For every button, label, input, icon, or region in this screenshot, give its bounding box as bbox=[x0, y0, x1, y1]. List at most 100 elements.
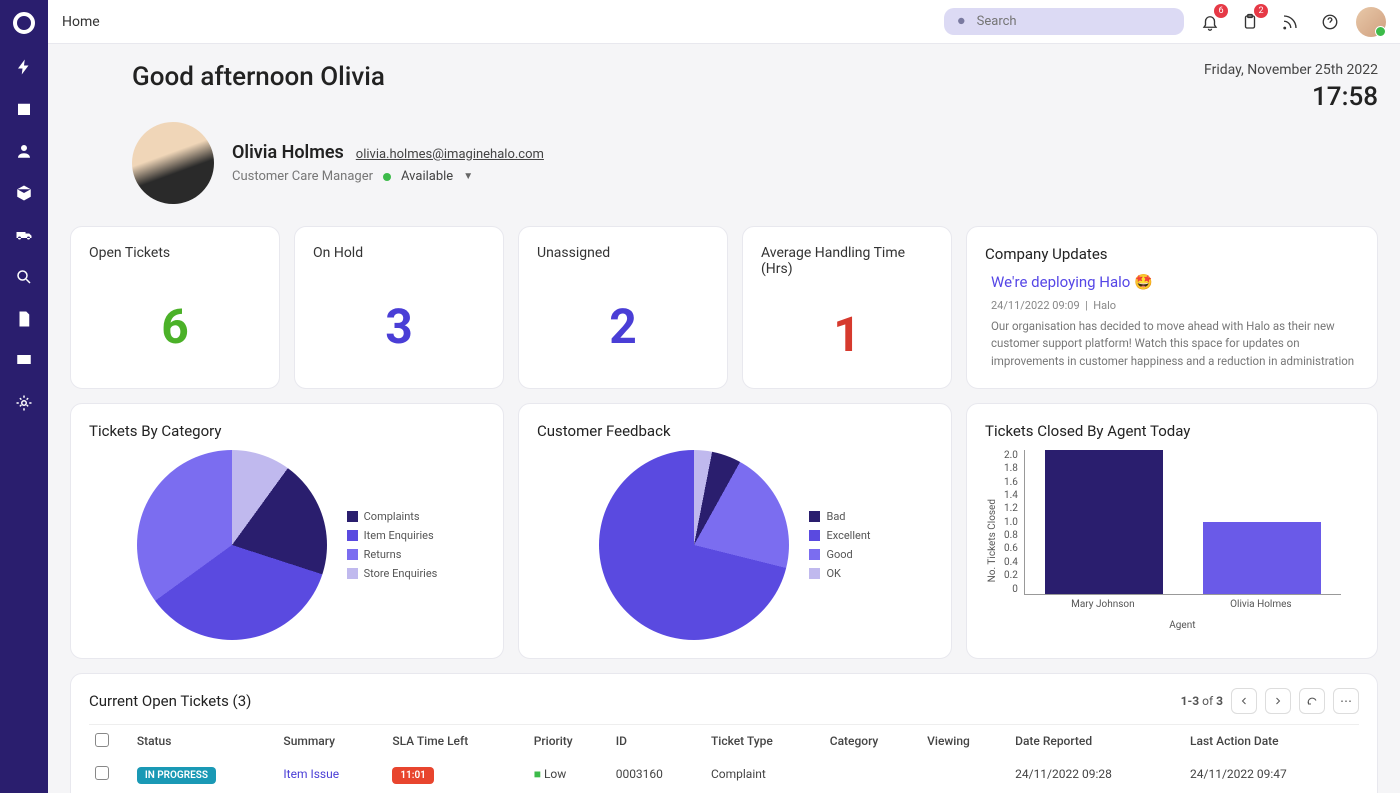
y-axis-label: No. Tickets Closed bbox=[985, 499, 998, 582]
help-icon[interactable] bbox=[1316, 8, 1344, 36]
status-dot-icon bbox=[383, 173, 391, 181]
col-viewing[interactable]: Viewing bbox=[921, 724, 1009, 758]
table-range: 1-3 bbox=[1181, 694, 1200, 708]
current-date: Friday, November 25th 2022 bbox=[1204, 62, 1378, 78]
bolt-icon[interactable] bbox=[15, 58, 33, 76]
col-priority[interactable]: Priority bbox=[528, 724, 610, 758]
stat-on-hold: On Hold 3 bbox=[294, 226, 504, 389]
sidebar bbox=[0, 0, 48, 793]
legend-item: Returns bbox=[364, 548, 402, 561]
bar-mary bbox=[1045, 450, 1163, 594]
user-icon[interactable] bbox=[15, 142, 33, 160]
app-logo[interactable] bbox=[13, 12, 35, 34]
monitor-icon[interactable] bbox=[15, 352, 33, 370]
stat-value: 1 bbox=[761, 299, 933, 370]
stat-value: 2 bbox=[537, 283, 709, 370]
prev-page-button[interactable] bbox=[1231, 688, 1257, 714]
row-checkbox[interactable] bbox=[95, 766, 109, 780]
avatar[interactable] bbox=[1356, 7, 1386, 37]
bar-label: Mary Johnson bbox=[1044, 599, 1162, 610]
stat-label: Open Tickets bbox=[89, 245, 261, 261]
pie-chart-feedback bbox=[599, 450, 789, 640]
x-axis-label: Agent bbox=[1024, 620, 1341, 631]
chevron-down-icon[interactable]: ▼ bbox=[463, 171, 473, 182]
legend-item: OK bbox=[826, 567, 840, 580]
updates-title: Company Updates bbox=[985, 245, 1359, 263]
stat-value: 6 bbox=[89, 283, 261, 370]
stat-label: Unassigned bbox=[537, 245, 709, 261]
search-input-wrap[interactable] bbox=[944, 8, 1184, 35]
tickets-by-category-card: Tickets By Category Complaints Item Enqu… bbox=[70, 403, 504, 659]
col-id[interactable]: ID bbox=[610, 724, 705, 758]
calendar-icon[interactable] bbox=[15, 100, 33, 118]
profile-status[interactable]: Available bbox=[401, 169, 453, 184]
update-headline[interactable]: We're deploying Halo 🤩 bbox=[985, 273, 1359, 291]
package-icon[interactable] bbox=[15, 184, 33, 202]
select-all-checkbox[interactable] bbox=[95, 733, 109, 747]
clipboard-icon[interactable]: 2 bbox=[1236, 8, 1264, 36]
col-reported[interactable]: Date Reported bbox=[1009, 724, 1184, 758]
open-tickets-table-card: Current Open Tickets (3) 1-3 of 3 ⋯ Stat… bbox=[70, 673, 1378, 793]
legend-item: Item Enquiries bbox=[364, 529, 434, 542]
tickets-table: Status Summary SLA Time Left Priority ID… bbox=[89, 724, 1359, 791]
rss-icon[interactable] bbox=[1276, 8, 1304, 36]
profile-block: Olivia Holmes olivia.holmes@imaginehalo.… bbox=[132, 122, 1378, 204]
breadcrumb-home[interactable]: Home bbox=[62, 14, 100, 30]
chart-title: Customer Feedback bbox=[537, 422, 933, 440]
priority-value: Low bbox=[544, 767, 566, 781]
legend-categories: Complaints Item Enquiries Returns Store … bbox=[347, 510, 438, 580]
date-reported: 24/11/2022 09:28 bbox=[1009, 758, 1184, 791]
document-icon[interactable] bbox=[15, 310, 33, 328]
update-date: 24/11/2022 09:09 bbox=[991, 299, 1080, 312]
ticket-type: Complaint bbox=[705, 758, 824, 791]
update-body: Our organisation has decided to move ahe… bbox=[985, 318, 1359, 370]
bell-icon[interactable]: 6 bbox=[1196, 8, 1224, 36]
truck-icon[interactable] bbox=[15, 226, 33, 244]
legend-item: Bad bbox=[826, 510, 845, 523]
gear-icon[interactable] bbox=[15, 394, 33, 412]
table-title: Current Open Tickets (3) bbox=[89, 692, 251, 710]
chart-title: Tickets Closed By Agent Today bbox=[985, 422, 1359, 440]
page-greeting: Good afternoon Olivia bbox=[132, 62, 385, 92]
stat-value: 3 bbox=[313, 283, 485, 370]
bars bbox=[1024, 450, 1341, 595]
search-input[interactable] bbox=[977, 14, 1172, 29]
search-icon[interactable] bbox=[15, 268, 33, 286]
legend-item: Excellent bbox=[826, 529, 870, 542]
profile-name: Olivia Holmes bbox=[232, 142, 344, 163]
stat-open-tickets: Open Tickets 6 bbox=[70, 226, 280, 389]
stat-unassigned: Unassigned 2 bbox=[518, 226, 728, 389]
stat-aht: Average Handling Time (Hrs) 1 bbox=[742, 226, 952, 389]
ticket-summary[interactable]: Item Issue bbox=[283, 767, 339, 781]
col-sla[interactable]: SLA Time Left bbox=[386, 724, 527, 758]
status-badge: IN PROGRESS bbox=[137, 767, 216, 784]
customer-feedback-card: Customer Feedback Bad Excellent Good OK bbox=[518, 403, 952, 659]
col-category[interactable]: Category bbox=[824, 724, 921, 758]
update-author: Halo bbox=[1093, 299, 1116, 312]
table-row[interactable]: IN PROGRESS Item Issue 11:01 ■ Low 00031… bbox=[89, 758, 1359, 791]
pie-chart-categories bbox=[137, 450, 327, 640]
col-last-action[interactable]: Last Action Date bbox=[1184, 724, 1359, 758]
profile-email[interactable]: olivia.holmes@imaginehalo.com bbox=[356, 147, 544, 162]
clipboard-badge: 2 bbox=[1254, 4, 1268, 18]
search-icon bbox=[956, 15, 969, 29]
col-type[interactable]: Ticket Type bbox=[705, 724, 824, 758]
current-time: 17:58 bbox=[1204, 82, 1378, 112]
profile-role: Customer Care Manager bbox=[232, 169, 373, 184]
refresh-button[interactable] bbox=[1299, 688, 1325, 714]
company-updates-card: Company Updates We're deploying Halo 🤩 2… bbox=[966, 226, 1378, 389]
bar-olivia bbox=[1203, 522, 1321, 594]
sla-badge: 11:01 bbox=[392, 767, 434, 784]
chart-title: Tickets By Category bbox=[89, 422, 485, 440]
legend-item: Store Enquiries bbox=[364, 567, 438, 580]
next-page-button[interactable] bbox=[1265, 688, 1291, 714]
tickets-closed-card: Tickets Closed By Agent Today No. Ticket… bbox=[966, 403, 1378, 659]
legend-item: Complaints bbox=[364, 510, 420, 523]
col-status[interactable]: Status bbox=[131, 724, 278, 758]
more-button[interactable]: ⋯ bbox=[1333, 688, 1359, 714]
legend-feedback: Bad Excellent Good OK bbox=[809, 510, 870, 580]
last-action-date: 24/11/2022 09:47 bbox=[1184, 758, 1359, 791]
bar-label: Olivia Holmes bbox=[1202, 599, 1320, 610]
col-summary[interactable]: Summary bbox=[277, 724, 386, 758]
stat-label: Average Handling Time (Hrs) bbox=[761, 245, 933, 277]
